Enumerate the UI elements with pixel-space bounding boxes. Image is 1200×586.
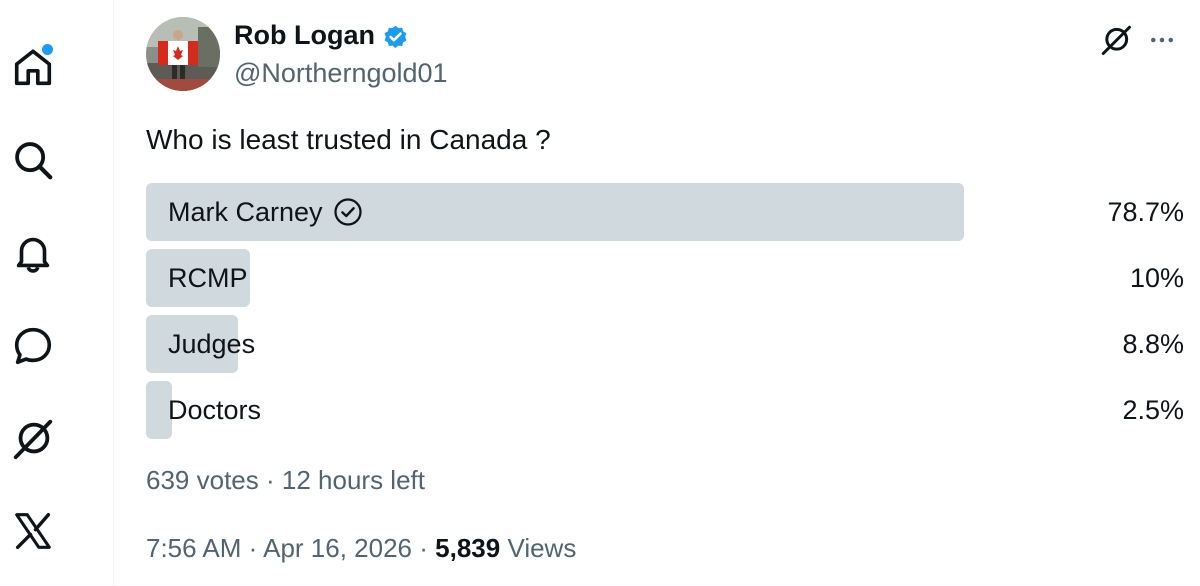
- poll-option: Doctors 2.5%: [146, 381, 1186, 439]
- author-name[interactable]: Rob Logan: [234, 18, 375, 52]
- post-meta: 7:56 AM · Apr 16, 2026 · 5,839 Views: [146, 531, 576, 565]
- check-circle-icon: [333, 198, 362, 226]
- post-text: Who is least trusted in Canada ?: [146, 124, 551, 155]
- poll-option: Mark Carney 78.7%: [146, 183, 1186, 241]
- sidebar-item-notifications[interactable]: [6, 226, 60, 280]
- poll-option: Judges 8.8%: [146, 315, 1186, 373]
- poll-option-percent: 2.5%: [1122, 394, 1184, 425]
- sidebar-item-grok[interactable]: [6, 412, 60, 466]
- chat-bubble-icon: [14, 327, 52, 365]
- sidebar-item-premium[interactable]: [6, 504, 60, 558]
- poll-option-label: Judges: [168, 328, 256, 359]
- bell-icon: [16, 237, 50, 273]
- separator: ·: [419, 533, 428, 563]
- grok-explain-button[interactable]: [1096, 20, 1136, 60]
- poll-votes: 639 votes: [146, 465, 259, 495]
- views-label: Views: [507, 533, 577, 563]
- sidebar-nav: [0, 0, 114, 586]
- notification-dot: [42, 44, 53, 55]
- x-logo-icon: [15, 512, 51, 550]
- grok-icon: [13, 419, 53, 460]
- separator: ·: [248, 533, 258, 563]
- poll-time-left: 12 hours left: [281, 465, 425, 495]
- sidebar-item-home[interactable]: [6, 40, 60, 94]
- verified-badge-icon: [384, 25, 407, 48]
- poll-option-label: Doctors: [168, 394, 262, 425]
- poll-option-label: Mark Carney: [168, 196, 323, 227]
- grok-icon: [1101, 25, 1131, 55]
- poll-option-percent: 78.7%: [1107, 196, 1184, 227]
- views-count: 5,839: [435, 533, 501, 563]
- poll-option-label: RCMP: [168, 262, 248, 293]
- sidebar-item-messages[interactable]: [6, 319, 60, 373]
- search-icon: [15, 142, 53, 180]
- post: Rob Logan @Northerngold01 Who is least t…: [146, 0, 1186, 586]
- poll-option-percent: 8.8%: [1122, 328, 1184, 359]
- post-time[interactable]: 7:56 AM: [146, 533, 241, 563]
- sidebar-item-explore[interactable]: [6, 133, 60, 187]
- poll-option: RCMP 10%: [146, 249, 1186, 307]
- more-options-button[interactable]: [1142, 20, 1182, 60]
- more-horizontal-icon: [1151, 37, 1173, 43]
- author-handle[interactable]: @Northerngold01: [234, 56, 448, 90]
- avatar[interactable]: [146, 17, 220, 91]
- poll-option-percent: 10%: [1129, 262, 1184, 293]
- post-date[interactable]: Apr 16, 2026: [263, 533, 412, 563]
- poll-meta: 639 votes · 12 hours left: [146, 463, 425, 497]
- separator: ·: [265, 465, 275, 495]
